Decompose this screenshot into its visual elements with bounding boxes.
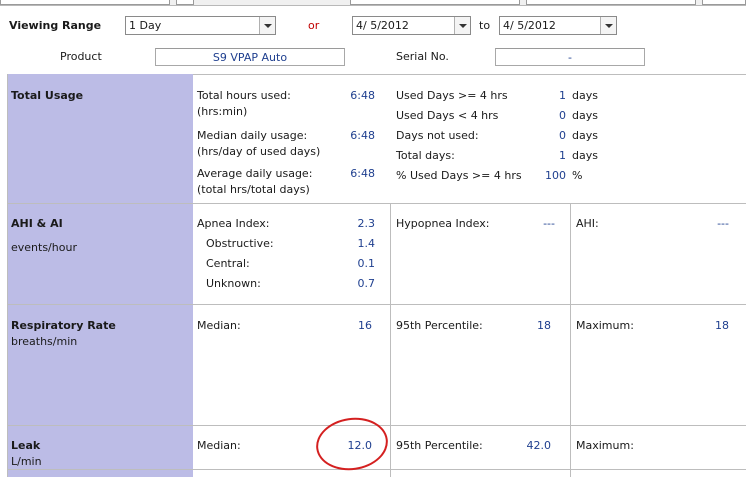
chevron-down-icon	[264, 24, 272, 28]
serial-field: -	[495, 48, 645, 66]
not-used-value: 0	[559, 129, 566, 142]
dropdown-button[interactable]	[259, 17, 275, 34]
tab-strip	[0, 0, 746, 6]
or-label: or	[308, 19, 320, 32]
dropdown-button[interactable]	[600, 17, 616, 34]
chevron-down-icon	[459, 24, 467, 28]
total-hours-label: Total hours used:	[197, 89, 291, 102]
total-days-unit: days	[572, 149, 598, 162]
average-daily-label: Average daily usage:	[197, 167, 313, 180]
resp-p95-label: 95th Percentile:	[396, 319, 483, 332]
serial-label: Serial No.	[396, 50, 449, 63]
hypopnea-index-value: ---	[543, 217, 555, 230]
respiratory-unit: breaths/min	[11, 335, 78, 348]
obstructive-value: 1.4	[357, 237, 376, 250]
central-value: 0.1	[357, 257, 376, 270]
not-used-unit: days	[572, 129, 598, 142]
grid-line	[390, 203, 391, 477]
apnea-index-value: 2.3	[357, 217, 376, 230]
grid-line	[7, 203, 746, 204]
leak-p95-label: 95th Percentile:	[396, 439, 483, 452]
section-sidebar	[7, 74, 193, 477]
total-hours-sublabel: (hrs:min)	[197, 105, 248, 118]
used-lt4-unit: days	[572, 109, 598, 122]
from-date-picker[interactable]: 4/ 5/2012	[352, 16, 471, 35]
tab-edge[interactable]	[702, 0, 746, 5]
leak-median-label: Median:	[197, 439, 241, 452]
average-daily-value: 6:48	[350, 167, 375, 180]
viewing-range-label: Viewing Range	[9, 19, 102, 32]
used-ge4-unit: days	[572, 89, 598, 102]
hypopnea-index-label: Hypopnea Index:	[396, 217, 490, 230]
ahi-title: AHI & AI	[11, 217, 63, 230]
median-daily-label: Median daily usage:	[197, 129, 308, 142]
resp-median-label: Median:	[197, 319, 241, 332]
used-lt4-value: 0	[559, 109, 566, 122]
grid-line	[570, 203, 571, 477]
to-date-value: 4/ 5/2012	[503, 19, 556, 32]
ahi-label: AHI:	[576, 217, 599, 230]
dropdown-button[interactable]	[454, 17, 470, 34]
unknown-label: Unknown:	[206, 277, 261, 290]
tab-edge[interactable]	[350, 0, 520, 5]
viewing-range-select[interactable]: 1 Day	[125, 16, 276, 35]
ahi-unit: events/hour	[11, 241, 77, 254]
to-label: to	[479, 19, 491, 32]
tab-edge[interactable]	[526, 0, 696, 5]
from-date-value: 4/ 5/2012	[356, 19, 409, 32]
resp-p95-value: 18	[537, 319, 551, 332]
chevron-down-icon	[605, 24, 613, 28]
total-hours-value: 6:48	[350, 89, 375, 102]
apnea-index-label: Apnea Index:	[197, 217, 270, 230]
resp-median-value: 16	[358, 319, 372, 332]
leak-max-label: Maximum:	[576, 439, 634, 452]
viewing-range-value: 1 Day	[129, 19, 162, 32]
grid-line	[7, 74, 8, 477]
obstructive-label: Obstructive:	[206, 237, 274, 250]
to-date-picker[interactable]: 4/ 5/2012	[499, 16, 617, 35]
unknown-value: 0.7	[357, 277, 376, 290]
not-used-label: Days not used:	[396, 129, 479, 142]
average-daily-sublabel: (total hrs/total days)	[197, 183, 310, 196]
total-usage-title: Total Usage	[11, 89, 84, 102]
median-daily-value: 6:48	[350, 129, 375, 142]
used-ge4-label: Used Days >= 4 hrs	[396, 89, 508, 102]
tab-edge[interactable]	[176, 0, 194, 5]
tab-edge[interactable]	[0, 0, 170, 5]
product-field: S9 VPAP Auto	[155, 48, 345, 66]
annotation-circle	[312, 413, 392, 475]
grid-line	[7, 469, 746, 470]
product-label: Product	[60, 50, 102, 63]
resp-max-value: 18	[715, 319, 729, 332]
pct-used-value: 100	[545, 169, 566, 182]
central-label: Central:	[206, 257, 250, 270]
pct-used-label: % Used Days >= 4 hrs	[396, 169, 522, 182]
total-days-value: 1	[559, 149, 566, 162]
ahi-value: ---	[717, 217, 729, 230]
resp-max-label: Maximum:	[576, 319, 634, 332]
median-daily-sublabel: (hrs/day of used days)	[197, 145, 321, 158]
used-ge4-value: 1	[559, 89, 566, 102]
leak-p95-value: 42.0	[526, 439, 552, 452]
used-lt4-label: Used Days < 4 hrs	[396, 109, 499, 122]
leak-title: Leak	[11, 439, 41, 452]
leak-unit: L/min	[11, 455, 42, 468]
pct-used-unit: %	[572, 169, 583, 182]
total-days-label: Total days:	[396, 149, 455, 162]
grid-line	[7, 304, 746, 305]
respiratory-title: Respiratory Rate	[11, 319, 116, 332]
